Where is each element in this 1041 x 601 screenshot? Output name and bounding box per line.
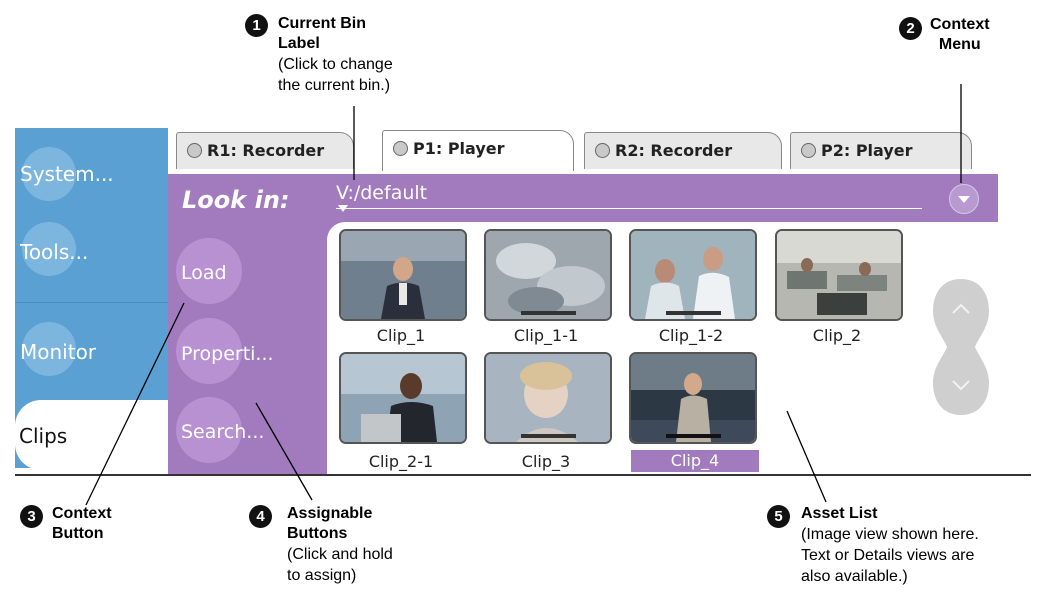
callout-title: Context	[52, 505, 112, 522]
tab-p2-player[interactable]: P2: Player	[790, 132, 972, 169]
look-in-label: Look in:	[182, 186, 290, 214]
bin-dropdown-icon	[338, 205, 348, 212]
search-button[interactable]: Search...	[181, 421, 264, 443]
context-menu-button[interactable]	[949, 184, 979, 214]
callout-desc: Text or Details views are	[801, 547, 975, 564]
sidebar-item-clips[interactable]: Clips	[19, 424, 67, 448]
sidebar-divider	[15, 302, 168, 303]
clip-thumbnail[interactable]	[339, 352, 467, 444]
callout-desc: also available.)	[801, 568, 908, 585]
status-led-icon	[595, 143, 610, 158]
clip-thumbnail[interactable]	[629, 352, 757, 444]
clip-label: Clip_1	[376, 326, 426, 345]
tab-label: R2: Recorder	[615, 141, 733, 160]
clip-thumbnail[interactable]	[484, 352, 612, 444]
load-button[interactable]: Load	[181, 262, 227, 284]
sidebar-item-tools[interactable]: Tools...	[20, 240, 88, 264]
tab-r2-recorder[interactable]: R2: Recorder	[584, 132, 782, 169]
tab-r1-recorder[interactable]: R1: Recorder	[176, 132, 354, 169]
properties-button[interactable]: Properti...	[181, 343, 274, 365]
status-led-icon	[801, 143, 816, 158]
callout-desc: (Click and hold	[287, 546, 393, 563]
bin-underline	[336, 208, 922, 209]
clip-label: Clip_3	[521, 452, 571, 471]
callout-assignable-buttons: Assignable Buttons (Click and hold to as…	[287, 504, 393, 586]
callout-desc: the current bin.)	[278, 77, 391, 94]
callout-title: Button	[52, 525, 104, 542]
clip-label: Clip_1-1	[513, 326, 579, 345]
tab-label: P1: Player	[413, 139, 505, 158]
callout-context-menu: Context Menu	[930, 15, 990, 55]
status-led-icon	[187, 143, 202, 158]
callout-title: Menu	[938, 36, 981, 53]
clip-label-selected: Clip_4	[631, 450, 759, 472]
sidebar-item-system[interactable]: System...	[20, 162, 114, 186]
current-bin-label[interactable]: V:/default	[336, 182, 427, 204]
callout-number: 4	[249, 505, 272, 528]
callout-title: Asset List	[801, 505, 878, 522]
callout-desc: to assign)	[287, 567, 357, 584]
callout-title: Label	[278, 35, 320, 52]
callout-current-bin-label: Current Bin Label (Click to change the c…	[278, 14, 393, 96]
callout-context-button: Context Button	[52, 504, 112, 544]
chevron-down-icon	[958, 196, 970, 203]
clip-thumbnail[interactable]	[775, 229, 903, 321]
callout-number: 5	[767, 505, 790, 528]
clip-thumbnail[interactable]	[339, 229, 467, 321]
callout-desc: (Click to change	[278, 56, 393, 73]
callout-desc: (Image view shown here.	[801, 526, 979, 543]
callout-title: Buttons	[287, 525, 348, 542]
sidebar-item-monitor[interactable]: Monitor	[20, 340, 96, 364]
clip-thumbnail[interactable]	[629, 229, 757, 321]
callout-title: Context	[930, 16, 990, 33]
tab-label: P2: Player	[821, 141, 913, 160]
callout-number: 3	[20, 505, 43, 528]
tab-p1-player[interactable]: P1: Player	[382, 130, 574, 171]
clip-thumbnail[interactable]	[484, 229, 612, 321]
tab-label: R1: Recorder	[207, 141, 325, 160]
clip-label: Clip_2-1	[368, 452, 434, 471]
callout-asset-list: Asset List (Image view shown here. Text …	[801, 504, 979, 587]
callout-title: Current Bin	[278, 15, 366, 32]
callout-title: Assignable	[287, 505, 373, 522]
callout-number: 1	[245, 14, 268, 37]
clip-label: Clip_1-2	[658, 326, 724, 345]
status-led-icon	[393, 141, 408, 156]
scroll-control[interactable]	[929, 277, 993, 417]
callout-number: 2	[899, 17, 922, 40]
clip-label: Clip_2	[812, 326, 862, 345]
